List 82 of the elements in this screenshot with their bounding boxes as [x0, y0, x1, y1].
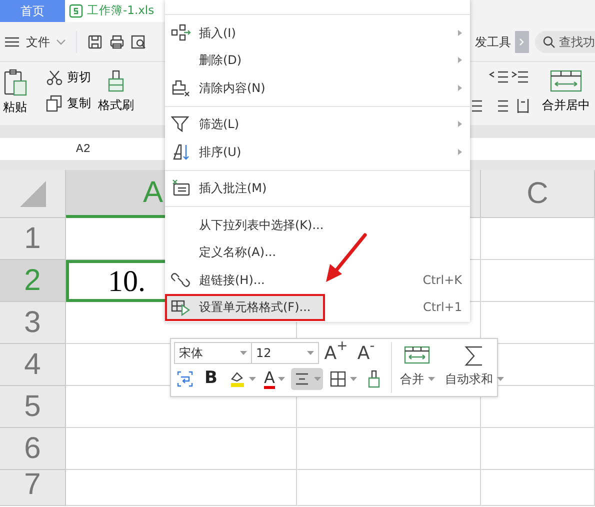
annotation-arrow: [326, 233, 367, 282]
shortcut-text: Ctrl+K: [422, 272, 462, 289]
merge-center-button[interactable]: 合并居中: [540, 64, 592, 120]
row-header[interactable]: 4: [0, 344, 66, 386]
autosum-button[interactable]: 自动求和: [442, 342, 506, 392]
menu-item[interactable]: 排序(U): [165, 138, 470, 166]
menu-item[interactable]: 清除内容(N): [165, 74, 470, 102]
ribbon-tab[interactable]: 发工具: [475, 32, 511, 50]
grid-cell[interactable]: [297, 470, 481, 506]
sort-icon: [171, 142, 191, 161]
cut-button[interactable]: 剪切: [44, 66, 93, 88]
clipboard-icon: [2, 68, 28, 96]
row-header[interactable]: 5: [0, 386, 66, 428]
increase-font-button[interactable]: A$^{+}$: [323, 342, 349, 364]
preview-icon[interactable]: [131, 34, 147, 50]
spreadsheet-icon: [69, 4, 83, 18]
column-header[interactable]: C: [481, 170, 595, 218]
select-all-corner[interactable]: [0, 170, 66, 218]
font-size-select[interactable]: 12: [251, 342, 319, 364]
paste-button[interactable]: 粘贴: [2, 64, 28, 120]
chevron-icon[interactable]: [56, 38, 66, 44]
shortcut-text: Ctrl+1: [422, 299, 462, 316]
tab[interactable]: 工作簿-1.xls: [65, 0, 165, 22]
grid-cell[interactable]: [481, 470, 595, 506]
menu-item[interactable]: 定义名称(A)...: [165, 238, 470, 266]
chevron-right-icon: [519, 38, 525, 46]
merge-cells-icon: [404, 346, 430, 366]
menu-icon[interactable]: [4, 36, 20, 48]
grid-cell[interactable]: [297, 428, 481, 470]
menu-item[interactable]: 筛选(L): [165, 110, 470, 138]
search-icon: [543, 36, 555, 48]
save-icon[interactable]: [87, 34, 103, 50]
dropdown-icon: [496, 377, 504, 381]
comment-icon: [171, 179, 191, 198]
menu-item[interactable]: 插入批注(M): [165, 174, 470, 202]
copy-button[interactable]: 复制: [44, 92, 93, 114]
grid-cell[interactable]: [481, 218, 595, 260]
more-tabs-button[interactable]: [515, 30, 529, 52]
eraser-icon: [171, 78, 191, 97]
row-header[interactable]: 7: [0, 470, 66, 506]
row-header[interactable]: 3: [0, 302, 66, 344]
paintbrush-icon: [107, 70, 125, 92]
corner-triangle-icon: [18, 178, 48, 208]
menu-item[interactable]: 删除(D): [165, 46, 470, 74]
insert-icon: [171, 24, 191, 42]
print-icon[interactable]: [109, 34, 125, 50]
grid-cell[interactable]: [481, 260, 595, 302]
grid-cell[interactable]: [66, 428, 297, 470]
row-header[interactable]: 1: [0, 218, 66, 260]
align-button[interactable]: [290, 368, 323, 390]
filter-icon: [171, 115, 191, 134]
menu-item[interactable]: 从下拉列表中选择(K)...: [165, 211, 470, 238]
scissors-icon: [46, 68, 63, 86]
decrease-font-button[interactable]: A$^{-}$: [353, 342, 379, 364]
search-field[interactable]: 查找功: [535, 30, 595, 52]
wrap-text-icon: [176, 370, 194, 388]
bold-button[interactable]: B: [200, 368, 222, 390]
file-menu[interactable]: 文件: [26, 32, 50, 50]
merge-button[interactable]: 合并: [398, 342, 437, 392]
font-select[interactable]: 宋体: [174, 342, 252, 364]
sum-icon: [464, 346, 484, 366]
row-header[interactable]: 6: [0, 428, 66, 470]
fill-color-icon: [228, 370, 246, 388]
dropdown-icon: [428, 377, 435, 381]
link-icon: [171, 270, 191, 289]
dropdown-icon: [350, 377, 357, 381]
grid-cell[interactable]: [481, 428, 595, 470]
format-cells-icon: [171, 298, 191, 316]
copy-icon: [46, 94, 63, 112]
grid-cell[interactable]: [66, 470, 297, 506]
dropdown-icon: [249, 377, 256, 381]
dropdown-icon: [278, 377, 285, 381]
menu-item[interactable]: 超链接(H)... Ctrl+K: [165, 266, 470, 294]
borders-icon: [328, 370, 347, 388]
dropdown-icon: [240, 350, 247, 355]
font-color-button[interactable]: A: [262, 368, 287, 390]
menu-item[interactable]: 插入(I): [165, 19, 470, 46]
dropdown-icon: [314, 377, 321, 381]
merge-cells-icon: [550, 70, 582, 92]
format-painter-button[interactable]: 格式刷: [96, 64, 136, 120]
name-box[interactable]: A2: [76, 140, 90, 158]
dropdown-icon: [307, 350, 314, 355]
